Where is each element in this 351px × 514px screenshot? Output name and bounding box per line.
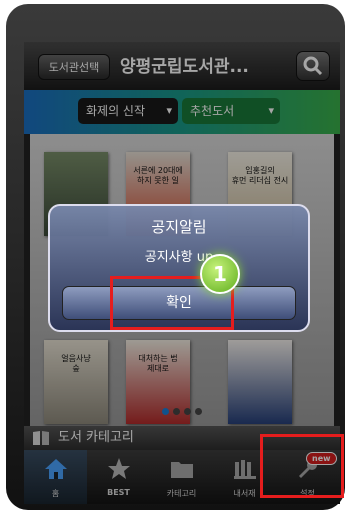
dialog-message: 공지사항 up <box>144 250 214 265</box>
step-marker: 1 <box>200 254 240 294</box>
dialog-title: 공지알림 <box>151 218 207 236</box>
highlight-box-settings <box>260 434 344 498</box>
